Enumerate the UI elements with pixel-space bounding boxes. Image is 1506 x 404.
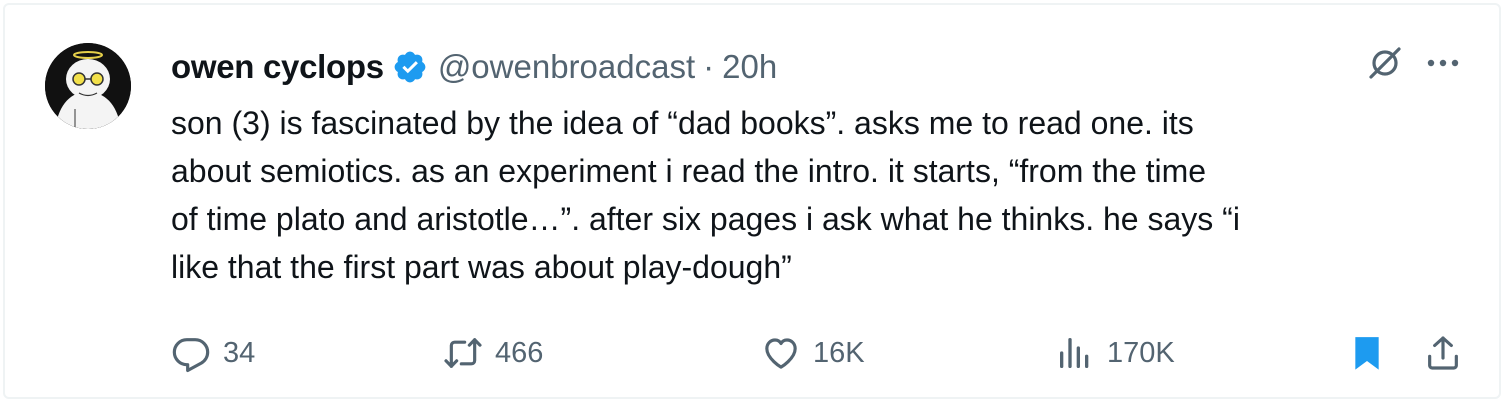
tweet-text-line: of time plato and aristotle…”. after six… bbox=[171, 201, 1240, 237]
avatar[interactable] bbox=[45, 43, 131, 129]
view-count: 170K bbox=[1107, 336, 1175, 369]
reply-count: 34 bbox=[223, 336, 256, 369]
grok-icon[interactable] bbox=[1367, 45, 1403, 86]
retweet-icon bbox=[444, 338, 482, 368]
tweet-text-line: son (3) is fascinated by the idea of “da… bbox=[171, 105, 1194, 141]
more-icon[interactable] bbox=[1425, 56, 1461, 75]
like-icon bbox=[765, 338, 797, 369]
author-handle[interactable]: @owenbroadcast bbox=[438, 48, 695, 86]
views-button[interactable]: 170K bbox=[1055, 331, 1175, 375]
tweet-card[interactable]: owen cyclops @owenbroadcast · 20h son (3… bbox=[3, 3, 1501, 399]
top-right-icons bbox=[1367, 45, 1461, 86]
author-name[interactable]: owen cyclops bbox=[171, 48, 384, 86]
share-button[interactable] bbox=[1423, 331, 1475, 375]
retweet-count: 466 bbox=[495, 336, 544, 369]
bookmark-button[interactable] bbox=[1347, 331, 1399, 375]
like-count: 16K bbox=[813, 336, 865, 369]
like-button[interactable]: 16K bbox=[761, 331, 865, 375]
retweet-button[interactable]: 466 bbox=[443, 331, 543, 375]
tweet-text: son (3) is fascinated by the idea of “da… bbox=[171, 99, 1461, 291]
reply-icon bbox=[172, 338, 210, 373]
bookmark-icon bbox=[1355, 337, 1379, 370]
tweet-text-line: like that the first part was about play-… bbox=[171, 249, 792, 285]
views-icon bbox=[1060, 338, 1089, 368]
action-bar: 34 466 16K 170K bbox=[171, 331, 1471, 375]
tweet-text-line: about semiotics. as an experiment i read… bbox=[171, 153, 1207, 189]
verified-badge-icon[interactable] bbox=[392, 49, 428, 85]
tweet-header: owen cyclops @owenbroadcast · 20h bbox=[171, 45, 777, 89]
reply-button[interactable]: 34 bbox=[171, 331, 255, 375]
header-separator: · bbox=[703, 48, 715, 85]
tweet-timestamp[interactable]: 20h bbox=[722, 48, 777, 86]
share-icon bbox=[1428, 336, 1458, 370]
